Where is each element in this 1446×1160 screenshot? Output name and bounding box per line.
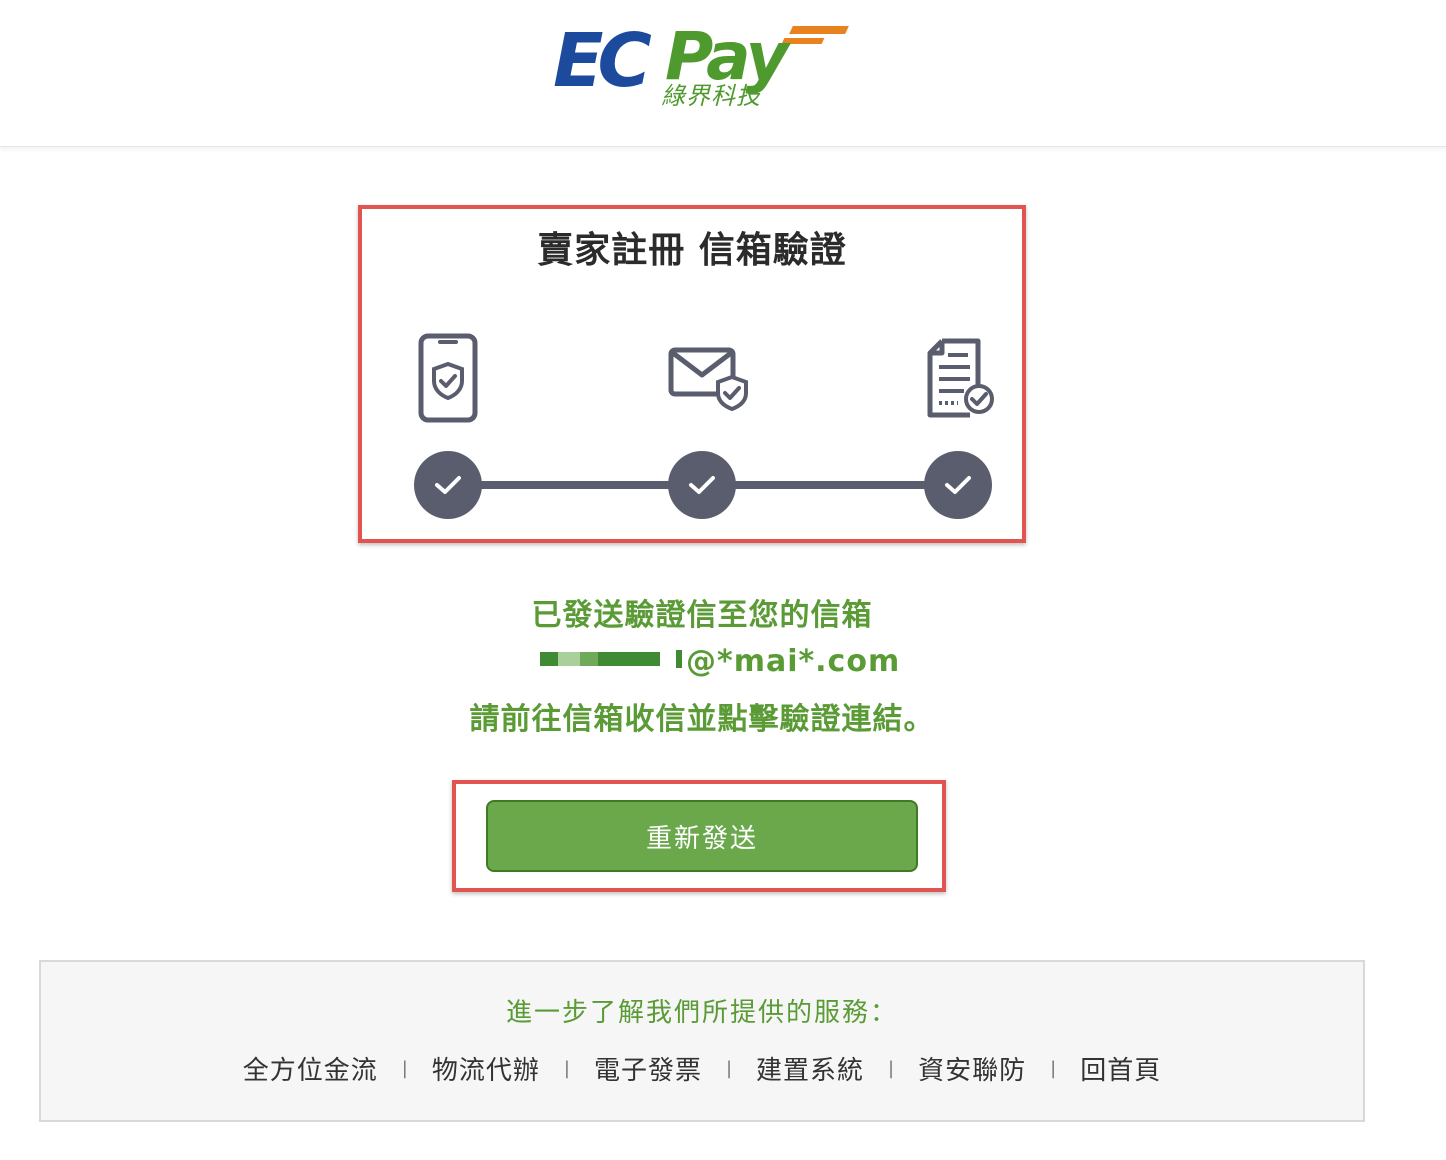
redacted-email-block <box>558 652 580 666</box>
footer-title: 進一步了解我們所提供的服務： <box>505 998 898 1028</box>
phone-shield-icon <box>418 333 480 429</box>
separator: | <box>1050 1058 1057 1079</box>
logo-ec-text: EC <box>553 18 652 104</box>
step-3-complete <box>924 451 992 519</box>
separator: | <box>888 1058 895 1079</box>
footer-link-payment[interactable]: 全方位金流 <box>243 1050 378 1087</box>
footer-link-home[interactable]: 回首頁 <box>1080 1050 1161 1087</box>
logo-stripe <box>781 38 825 44</box>
verification-instruction: 請前往信箱收信並點擊驗證連結。 <box>469 702 935 737</box>
ecpay-logo[interactable]: EC Pay 綠界科技 <box>553 16 853 116</box>
masked-email: @*mai*.com <box>540 644 899 680</box>
steps-title: 賣家註冊 信箱驗證 <box>537 230 847 271</box>
footer-link-security[interactable]: 資安聯防 <box>918 1050 1026 1087</box>
separator: | <box>401 1058 408 1079</box>
check-icon <box>945 476 971 494</box>
logo-stripe <box>789 26 849 34</box>
redacted-email-block <box>540 652 558 666</box>
separator: | <box>725 1058 733 1079</box>
logo-subtitle: 綠界科技 <box>661 82 761 110</box>
footer-links: 全方位金流 | 物流代辦 | 電子發票 | 建置系統 | 資安聯防 | 回首頁 <box>41 1050 1363 1087</box>
step-connector <box>480 481 672 489</box>
redacted-email-block <box>598 652 660 666</box>
verification-sent-message: 已發送驗證信至您的信箱 <box>531 598 873 633</box>
registration-steps-panel: 賣家註冊 信箱驗證 <box>358 205 1026 543</box>
check-icon <box>689 476 715 494</box>
footer-link-build-system[interactable]: 建置系統 <box>756 1050 864 1087</box>
check-icon <box>435 476 461 494</box>
document-check-icon <box>926 337 996 423</box>
resend-button[interactable]: 重新發送 <box>486 800 918 872</box>
step-2-complete <box>668 451 736 519</box>
step-connector <box>734 481 928 489</box>
footer-link-einvoice[interactable]: 電子發票 <box>594 1050 702 1087</box>
step-1-complete <box>414 451 482 519</box>
services-footer: 進一步了解我們所提供的服務： 全方位金流 | 物流代辦 | 電子發票 | 建置系… <box>39 960 1365 1122</box>
redacted-email-block <box>676 650 682 668</box>
footer-link-logistics[interactable]: 物流代辦 <box>432 1050 540 1087</box>
separator: | <box>563 1058 570 1079</box>
page-header: EC Pay 綠界科技 <box>0 0 1446 147</box>
redacted-email-block <box>580 652 598 666</box>
email-shield-icon <box>668 347 752 415</box>
email-address: @*mai*.com <box>686 644 901 679</box>
